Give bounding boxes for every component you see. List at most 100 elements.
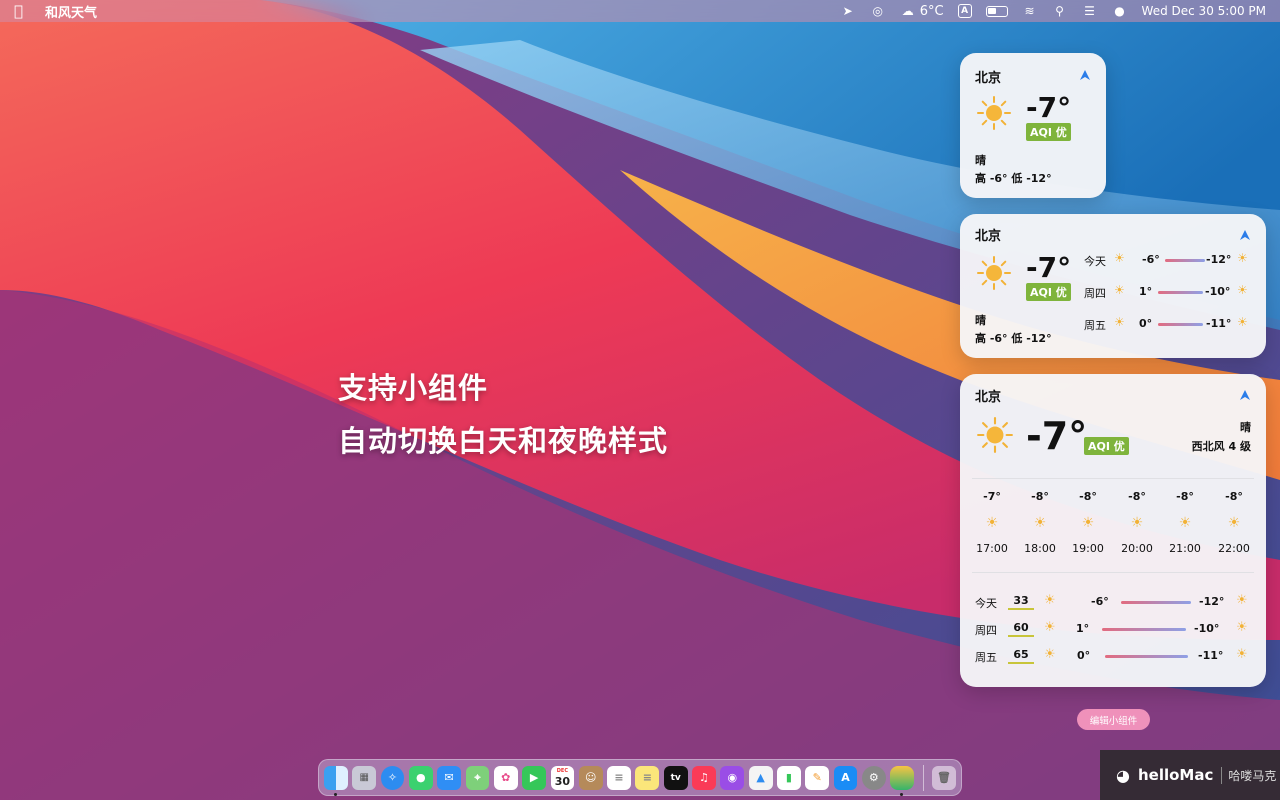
photos-icon[interactable]: ✿	[493, 765, 518, 790]
hourly-temp: -7°	[983, 490, 1001, 503]
battery-icon[interactable]	[985, 5, 1008, 17]
dock: ▦ ✧ ● ✉ ⌖ ✿ ▶ DEC 30 ☺ ≡ ≡ tv ♫ ◉ ▲ ▮ ✎ …	[318, 759, 962, 796]
input-method-icon[interactable]: A	[957, 4, 972, 18]
apple-tv-icon[interactable]: tv	[663, 765, 688, 790]
sun-icon	[977, 417, 1013, 453]
vpn-icon[interactable]: ◎	[870, 4, 886, 18]
divider	[972, 572, 1254, 573]
sun-icon	[977, 96, 1011, 130]
hourly-item: -8° ☀ 22:00	[1210, 490, 1258, 555]
hourly-time: 21:00	[1169, 542, 1201, 555]
music-icon[interactable]: ♫	[692, 765, 716, 790]
contacts-icon[interactable]: ☺	[578, 765, 603, 790]
notes-icon[interactable]: ≡	[635, 765, 660, 790]
hourly-time: 22:00	[1218, 542, 1250, 555]
daily-day: 周五	[975, 651, 997, 664]
sun-icon: ☀	[1237, 283, 1248, 297]
system-preferences-icon[interactable]: ⚙	[861, 765, 886, 790]
hourly-temp: -8°	[1176, 490, 1194, 503]
apple-menu-icon[interactable]: 	[14, 2, 23, 20]
sun-icon: ☀	[1237, 315, 1248, 329]
numbers-icon[interactable]: ▮	[777, 765, 801, 790]
location-icon	[1240, 230, 1250, 240]
reminders-icon[interactable]: ≡	[607, 765, 631, 790]
hourly-time: 20:00	[1121, 542, 1153, 555]
sun-icon: ☀	[1033, 515, 1047, 531]
large-weather-widget[interactable]: 北京 -7° AQI 优 晴 西北风 4 级 -7° ☀ 17:00 -8° ☀…	[960, 374, 1266, 687]
temp-range-bar	[1165, 259, 1205, 262]
sun-icon: ☀	[1114, 251, 1125, 265]
hourly-temp: -8°	[1225, 490, 1243, 503]
sun-icon: ☀	[1236, 620, 1248, 635]
control-center-icon[interactable]: ☰	[1082, 4, 1098, 18]
divider	[972, 478, 1254, 479]
sun-icon: ☀	[1227, 515, 1241, 531]
current-temp: -7°	[1026, 91, 1072, 124]
hourly-time: 19:00	[1072, 542, 1104, 555]
status-area: ➤ ◎ ☁ 6°C A ≋ ⚲ ☰ ● Wed Dec 30 5:00 PM	[840, 4, 1266, 19]
forecast-low: -12°	[1206, 253, 1232, 266]
hourly-item: -8° ☀ 18:00	[1016, 490, 1064, 555]
forecast-high: 0°	[1139, 317, 1153, 330]
siri-icon[interactable]: ●	[1112, 4, 1128, 18]
temp-range-bar	[1102, 628, 1186, 631]
daily-high: 1°	[1076, 622, 1090, 635]
forecast-day: 周四	[1084, 287, 1106, 300]
city-name: 北京	[975, 71, 1002, 86]
edit-widgets-button[interactable]: 编辑小组件	[1077, 709, 1150, 730]
watermark-brand: helloMac	[1137, 766, 1214, 784]
daily-high: -6°	[1091, 595, 1109, 608]
app-menu-name[interactable]: 和风天气	[45, 2, 97, 21]
pages-icon[interactable]: ✎	[805, 765, 830, 790]
menubar-weather-temp[interactable]: 6°C	[920, 4, 944, 19]
condition-label: 晴	[975, 314, 986, 327]
sun-icon: ☀	[985, 515, 999, 531]
messages-icon[interactable]: ●	[408, 765, 433, 790]
hourly-time: 17:00	[976, 542, 1008, 555]
menu-bar:  和风天气 ➤ ◎ ☁ 6°C A ≋ ⚲ ☰ ● Wed Dec 30 5:…	[0, 0, 1280, 22]
watermark: ◕ helloMac 哈喽马克	[1100, 750, 1280, 800]
high-low-label: 高 -6° 低 -12°	[975, 172, 1052, 185]
location-icon	[1080, 70, 1090, 80]
condition-label: 晴	[1240, 421, 1251, 434]
sun-icon	[977, 256, 1011, 290]
wind-label: 西北风 4 级	[1191, 440, 1251, 453]
hourly-item: -8° ☀ 20:00	[1113, 490, 1161, 555]
mail-icon[interactable]: ✉	[437, 765, 462, 790]
safari-icon[interactable]: ✧	[380, 765, 405, 790]
hourly-temp: -8°	[1031, 490, 1049, 503]
spotlight-search-icon[interactable]: ⚲	[1052, 4, 1068, 18]
medium-weather-widget[interactable]: 北京 -7° AQI 优 晴 高 -6° 低 -12° 今天 ☀ -6° -12…	[960, 214, 1266, 358]
sun-icon: ☀	[1081, 515, 1095, 531]
daily-day: 今天	[975, 597, 997, 610]
podcasts-icon[interactable]: ◉	[720, 765, 745, 790]
location-arrow-icon[interactable]: ➤	[840, 4, 856, 18]
hourly-item: -8° ☀ 19:00	[1064, 490, 1112, 555]
daily-low: -12°	[1199, 595, 1225, 608]
facetime-icon[interactable]: ▶	[522, 765, 546, 790]
calendar-icon[interactable]: DEC 30	[550, 765, 575, 790]
keynote-icon[interactable]: ▲	[748, 765, 773, 790]
weather-cloud-icon[interactable]: ☁	[900, 4, 916, 18]
app-store-icon[interactable]: A	[833, 765, 858, 790]
promo-line-2: 自动切换白天和夜晚样式	[338, 424, 669, 458]
forecast-low: -10°	[1205, 285, 1231, 298]
trash-icon[interactable]: 🗑	[932, 765, 956, 790]
watermark-sub: 哈喽马克	[1221, 766, 1276, 784]
small-weather-widget[interactable]: 北京 -7° AQI 优 晴 高 -6° 低 -12°	[960, 53, 1106, 198]
city-name: 北京	[975, 229, 1002, 244]
weather-app-icon[interactable]	[890, 765, 915, 796]
maps-icon[interactable]: ⌖	[465, 765, 490, 790]
finder-icon[interactable]	[324, 765, 348, 796]
daily-day: 周四	[975, 624, 997, 637]
menubar-datetime[interactable]: Wed Dec 30 5:00 PM	[1142, 4, 1266, 18]
location-icon	[1240, 390, 1250, 400]
hourly-item: -8° ☀ 21:00	[1161, 490, 1209, 555]
launchpad-icon[interactable]: ▦	[352, 765, 377, 790]
temp-range-bar	[1121, 601, 1191, 604]
current-temp: -7°	[1026, 251, 1072, 284]
wifi-icon[interactable]: ≋	[1022, 4, 1038, 18]
sun-icon: ☀	[1130, 515, 1144, 531]
hourly-temp: -8°	[1128, 490, 1146, 503]
forecast-day: 今天	[1084, 255, 1106, 268]
